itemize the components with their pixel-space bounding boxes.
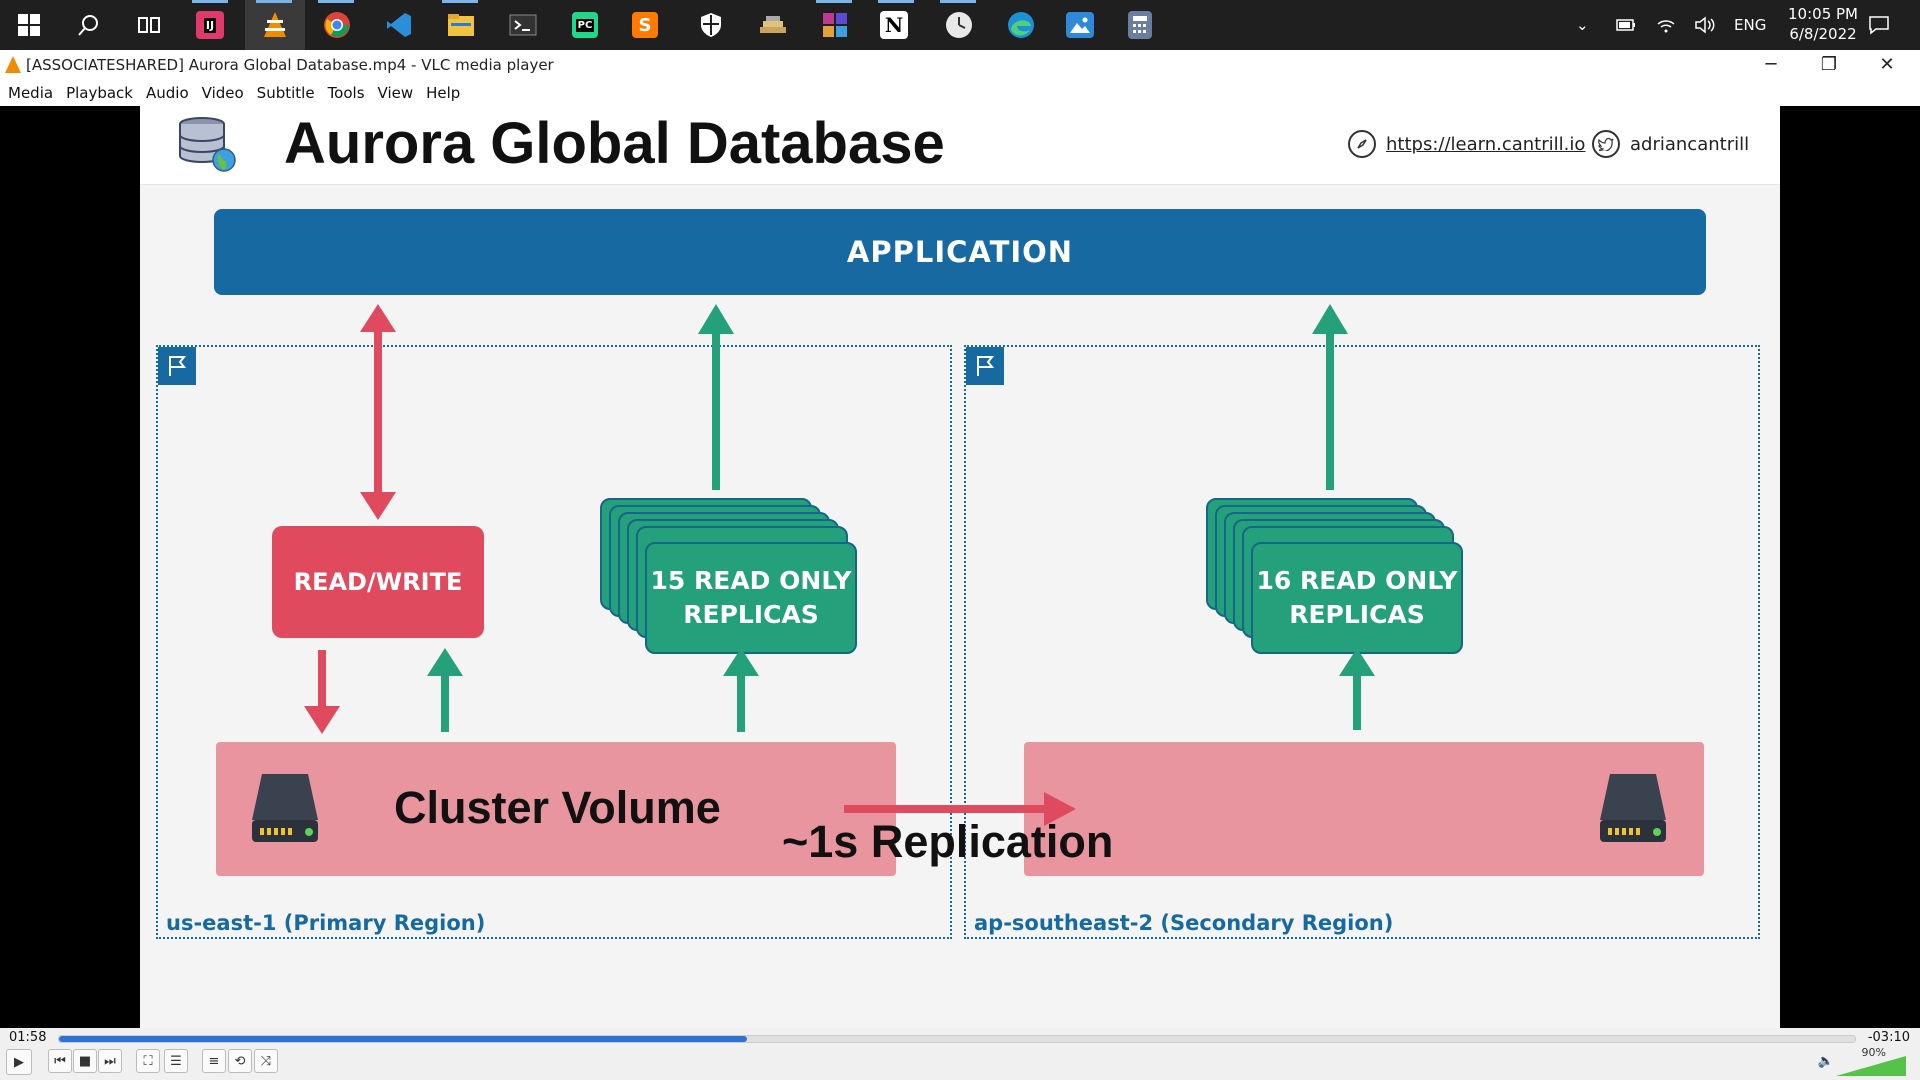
taskbar-running-indicator (442, 0, 478, 3)
menu-subtitle[interactable]: Subtitle (257, 84, 315, 102)
write-to-volume-arrow (304, 650, 340, 734)
battery-icon[interactable] (1616, 0, 1636, 50)
next-icon[interactable]: ⏭ (98, 1049, 122, 1073)
menu-tools[interactable]: Tools (328, 84, 365, 102)
stack-icon[interactable] (756, 8, 790, 42)
taskbar-running-indicator (318, 0, 354, 3)
pycharm-icon[interactable]: PC (572, 12, 598, 38)
read-write-bidirectional-arrow (360, 304, 396, 520)
taskbar-running-indicator (256, 0, 292, 3)
minimize-button[interactable]: ─ (1748, 52, 1794, 78)
close-button[interactable]: ✕ (1864, 52, 1910, 78)
vlc-icon[interactable] (258, 8, 292, 42)
taskbar-running-indicator (878, 0, 914, 3)
menu-video[interactable]: Video (202, 84, 244, 102)
calculator-icon[interactable] (1128, 11, 1152, 39)
sublime-icon[interactable]: S (632, 12, 658, 38)
loop-icon[interactable]: ⟲ (228, 1049, 252, 1073)
cube-icon[interactable] (818, 8, 852, 42)
clock-app-icon[interactable] (942, 8, 976, 42)
vlc-logo-icon (5, 56, 21, 73)
slide: Aurora Global Database https://learn.can… (140, 106, 1780, 1028)
volume-speaker-icon[interactable]: 🔈 (1814, 1049, 1838, 1073)
window-titlebar: [ASSOCIATESHARED] Aurora Global Database… (0, 50, 1920, 80)
taskbar-running-indicator (192, 0, 228, 3)
tray-chevron-up-icon[interactable]: ⌄ (1576, 0, 1589, 50)
search-icon[interactable] (72, 8, 106, 42)
intellij-icon[interactable]: IJ (196, 11, 224, 39)
taskbar-running-indicator (940, 0, 976, 3)
shield-icon[interactable] (694, 8, 728, 42)
taskbar-running-indicator (816, 0, 852, 3)
volume-to-primary-replicas-arrow (723, 648, 759, 732)
menu-bar: Media Playback Audio Video Subtitle Tool… (0, 80, 1920, 106)
shuffle-icon[interactable]: ⤨ (254, 1049, 278, 1073)
player-controls: 01:58 -03:10 ▶ ⏮ ■ ⏭ ⛶ ☰ ≡ ⟲ ⤨ 🔈 90% (0, 1028, 1920, 1080)
elapsed-time: 01:58 (9, 1030, 47, 1045)
windows-start-icon[interactable] (12, 8, 46, 42)
volume-to-writer-arrow (427, 648, 463, 732)
remaining-time: -03:10 (1867, 1030, 1910, 1045)
speaker-icon[interactable] (1694, 0, 1716, 50)
menu-media[interactable]: Media (8, 84, 53, 102)
edge-icon[interactable] (1004, 8, 1038, 42)
stop-icon[interactable]: ■ (73, 1049, 97, 1073)
clock-date: 6/8/2022 (1789, 25, 1857, 43)
file-explorer-icon[interactable] (444, 8, 478, 42)
language-indicator[interactable]: ENG (1734, 0, 1766, 50)
menu-audio[interactable]: Audio (146, 84, 189, 102)
menu-playback[interactable]: Playback (66, 84, 133, 102)
clock-time: 10:05 PM (1788, 5, 1858, 23)
window-title: [ASSOCIATESHARED] Aurora Global Database… (26, 56, 554, 74)
chrome-icon[interactable] (320, 8, 354, 42)
task-view-icon[interactable] (132, 8, 166, 42)
vscode-icon[interactable] (382, 8, 416, 42)
notion-icon[interactable]: N (880, 11, 908, 39)
fullscreen-icon[interactable]: ⛶ (136, 1049, 160, 1073)
notifications-icon[interactable] (1868, 0, 1890, 50)
play-button[interactable]: ▶ (6, 1049, 32, 1075)
secondary-replicas-to-app-arrow (1312, 304, 1348, 490)
playlist-icon[interactable]: ≡ (202, 1049, 226, 1073)
primary-replicas-to-app-arrow (698, 304, 734, 490)
menu-view[interactable]: View (378, 84, 414, 102)
volume-slider[interactable] (1836, 1056, 1906, 1076)
seek-bar-progress (59, 1036, 747, 1042)
restore-button[interactable]: ❐ (1806, 52, 1852, 78)
replication-label: ~1s Replication (782, 816, 1114, 867)
extended-settings-icon[interactable]: ☰ (164, 1049, 188, 1073)
wifi-icon[interactable] (1656, 0, 1676, 50)
volume-to-secondary-replicas-arrow (1339, 648, 1375, 730)
menu-help[interactable]: Help (426, 84, 460, 102)
terminal-icon[interactable] (506, 8, 540, 42)
taskbar: IJ PC S N ⌄ ENG 10:05 PM 6/8/2022 (0, 0, 1920, 50)
video-area[interactable]: Aurora Global Database https://learn.can… (0, 106, 1920, 1028)
photos-icon[interactable] (1066, 12, 1094, 38)
seek-bar[interactable] (58, 1035, 1856, 1043)
diagram-arrows (304, 304, 1375, 826)
previous-icon[interactable]: ⏮ (48, 1049, 72, 1073)
system-clock[interactable]: 10:05 PM 6/8/2022 (1788, 4, 1858, 44)
